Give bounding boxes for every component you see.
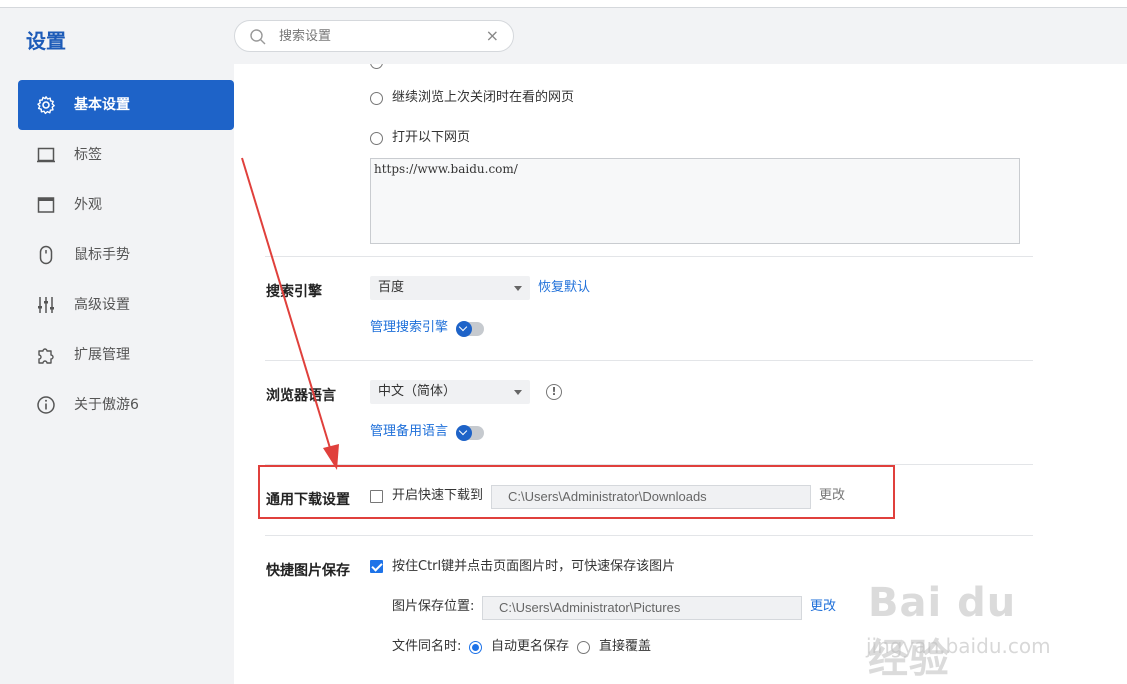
divider — [265, 360, 1033, 361]
search-box: × — [234, 20, 514, 52]
divider — [265, 256, 1033, 257]
image-change-link[interactable]: 更改 — [810, 598, 836, 616]
tab-icon — [37, 147, 55, 163]
download-path-field[interactable]: C:\Users\Administrator\Downloads — [491, 485, 811, 509]
sidebar-item-about[interactable]: 关于傲游6 — [18, 380, 234, 430]
manage-backup-languages-toggle[interactable] — [456, 425, 484, 441]
sidebar-item-label: 扩展管理 — [74, 347, 130, 363]
sliders-icon — [38, 297, 54, 313]
image-location-label: 图片保存位置: — [392, 599, 475, 614]
browser-language-title: 浏览器语言 — [266, 388, 336, 404]
chevron-down-icon — [514, 286, 522, 291]
image-save-label: 按住Ctrl键并点击页面图片时，可快速保存该图片 — [392, 559, 676, 574]
sidebar-item-label: 外观 — [74, 197, 102, 213]
sidebar-item-mouse-gestures[interactable]: 鼠标手势 — [18, 230, 234, 280]
sidebar-item-label: 鼠标手势 — [74, 247, 130, 263]
image-save-checkbox[interactable] — [370, 560, 383, 573]
same-name-radio-overwrite[interactable] — [577, 641, 590, 654]
chevron-down-icon — [456, 425, 472, 441]
startup-option-open-pages-label: 打开以下网页 — [392, 130, 471, 145]
startup-option-continue-label: 继续浏览上次关闭时在看的网页 — [392, 90, 575, 105]
search-input[interactable] — [279, 26, 479, 46]
language-select[interactable]: 中文（简体） — [370, 380, 530, 404]
search-engine-select[interactable]: 百度 — [370, 276, 530, 300]
gear-icon — [37, 96, 55, 115]
same-name-overwrite-label: 直接覆盖 — [599, 639, 652, 654]
window-icon — [37, 197, 55, 213]
clear-search-icon[interactable]: × — [486, 26, 499, 46]
startup-radio-hidden[interactable] — [370, 64, 383, 69]
sidebar-item-label: 关于傲游6 — [74, 397, 139, 413]
sidebar-item-label: 基本设置 — [74, 97, 130, 113]
same-name-radio-rename[interactable] — [469, 641, 482, 654]
sidebar-item-advanced-settings[interactable]: 高级设置 — [18, 280, 234, 330]
chevron-down-icon — [514, 390, 522, 395]
sidebar-item-tabs[interactable]: 标签 — [18, 130, 234, 180]
divider — [265, 535, 1033, 536]
app-title: 设置 — [26, 29, 66, 53]
window-top-edge — [0, 0, 1127, 8]
same-name-label: 文件同名时: — [392, 639, 462, 654]
search-engine-title: 搜索引擎 — [266, 284, 322, 300]
sidebar-item-basic-settings[interactable]: 基本设置 — [18, 80, 234, 130]
sidebar-item-appearance[interactable]: 外观 — [18, 180, 234, 230]
download-settings-title: 通用下载设置 — [266, 492, 350, 508]
language-selected: 中文（简体） — [378, 384, 457, 399]
download-change-link[interactable]: 更改 — [819, 487, 845, 505]
fast-download-label: 开启快速下载到 — [392, 488, 484, 503]
search-icon — [250, 29, 266, 45]
settings-content: 继续浏览上次关闭时在看的网页 打开以下网页 https://www.baidu.… — [234, 64, 1127, 684]
sidebar-item-label: 高级设置 — [74, 297, 130, 313]
info-icon — [37, 396, 55, 414]
search-engine-selected: 百度 — [378, 280, 405, 295]
sidebar-item-label: 标签 — [74, 147, 102, 163]
puzzle-icon — [38, 348, 54, 364]
same-name-rename-label: 自动更名保存 — [491, 639, 570, 654]
sidebar-item-extensions[interactable]: 扩展管理 — [18, 330, 234, 380]
sidebar: 设置 基本设置 标签 外观 鼠标手势 高级设置 扩展管理 关于傲游6 — [0, 8, 234, 684]
chevron-down-icon — [456, 321, 472, 337]
fast-download-checkbox[interactable] — [370, 490, 383, 503]
startup-urls-textarea[interactable]: https://www.baidu.com/ — [370, 158, 1020, 244]
image-save-title: 快捷图片保存 — [266, 563, 350, 579]
manage-backup-languages-link[interactable]: 管理备用语言 — [370, 423, 448, 441]
mouse-icon — [39, 245, 53, 265]
alert-info-icon[interactable]: ! — [546, 384, 562, 400]
startup-radio-continue[interactable] — [370, 92, 383, 105]
manage-search-engines-toggle[interactable] — [456, 321, 484, 337]
image-path-field[interactable]: C:\Users\Administrator\Pictures — [482, 596, 802, 620]
divider — [265, 464, 1033, 465]
manage-search-engines-link[interactable]: 管理搜索引擎 — [370, 319, 448, 337]
restore-default-link[interactable]: 恢复默认 — [538, 279, 590, 297]
startup-radio-open-pages[interactable] — [370, 132, 383, 145]
